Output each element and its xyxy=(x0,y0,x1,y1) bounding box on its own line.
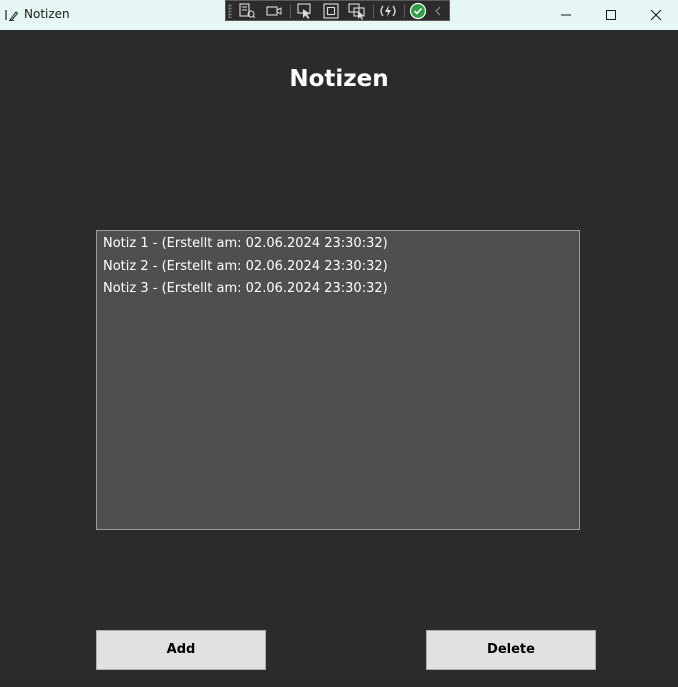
close-button[interactable] xyxy=(633,0,678,30)
list-item[interactable]: Notiz 2 - (Erstellt am: 02.06.2024 23:30… xyxy=(103,256,388,278)
app-icon xyxy=(5,9,19,22)
record-icon[interactable] xyxy=(263,2,285,20)
xaml-debug-toolbar[interactable] xyxy=(225,0,450,21)
minimize-icon xyxy=(561,14,571,16)
select-element-icon[interactable] xyxy=(294,2,316,20)
title-bar[interactable]: Notizen xyxy=(0,0,678,30)
live-visual-tree-icon[interactable] xyxy=(236,2,258,20)
toolbar-grip-icon[interactable] xyxy=(228,4,232,18)
maximize-icon xyxy=(606,10,616,20)
accessibility-check-icon[interactable] xyxy=(407,2,429,20)
toolbar-separator xyxy=(373,4,374,18)
display-layout-adorners-icon[interactable] xyxy=(320,2,342,20)
delete-button[interactable]: Delete xyxy=(426,630,596,670)
collapse-chevron-icon[interactable] xyxy=(431,2,445,20)
minimize-button[interactable] xyxy=(543,0,589,30)
track-focus-icon[interactable] xyxy=(346,2,368,20)
maximize-button[interactable] xyxy=(588,0,634,30)
toolbar-separator xyxy=(290,4,291,18)
list-item[interactable]: Notiz 3 - (Erstellt am: 02.06.2024 23:30… xyxy=(103,278,388,300)
add-button[interactable]: Add xyxy=(96,630,266,670)
close-icon xyxy=(650,9,662,21)
list-item[interactable]: Notiz 1 - (Erstellt am: 02.06.2024 23:30… xyxy=(103,233,388,255)
window-title: Notizen xyxy=(24,7,70,21)
hot-reload-icon[interactable] xyxy=(377,2,399,20)
page-title: Notizen xyxy=(289,66,389,92)
toolbar-separator xyxy=(404,4,405,18)
notes-listbox[interactable]: Notiz 1 - (Erstellt am: 02.06.2024 23:30… xyxy=(96,230,580,530)
